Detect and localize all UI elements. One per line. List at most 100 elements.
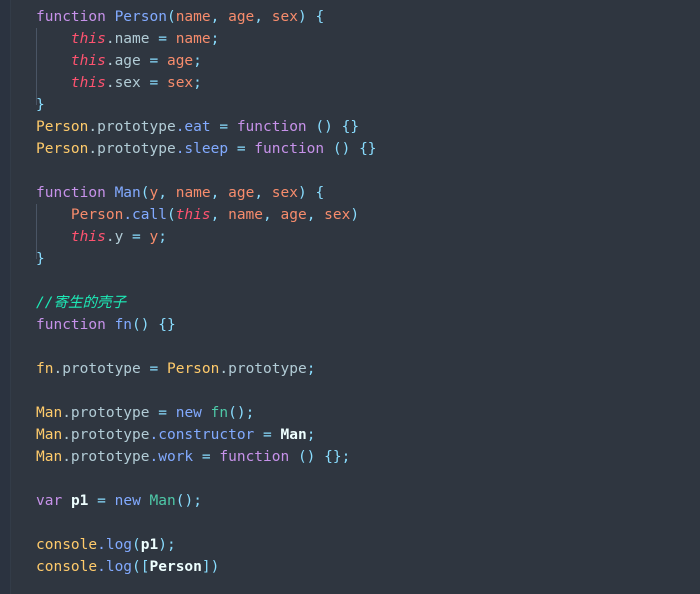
token-this: this [70,75,106,91]
token-keyword-function: function [36,185,106,201]
token-ref-man: Man [280,427,307,443]
code-line-blank[interactable] [11,270,700,292]
code-line[interactable]: Person.call(this, name, age, sex) [11,204,700,226]
token-function-name-fn: fn [114,317,133,333]
token-semicolon: ; [193,75,202,91]
code-line[interactable]: //寄生的壳子 [11,292,700,314]
code-line[interactable]: Man.prototype.constructor = Man; [11,424,700,446]
token-function-name-man: Man [114,185,141,201]
token-semicolon: ; [166,537,176,553]
token-object-console: console [36,537,98,553]
token-semicolon: ; [245,405,255,421]
token-value-y: y [149,229,159,245]
token-operator-assign: = [201,449,211,465]
token-arg-name: name [228,207,264,223]
token-this: this [70,31,106,47]
code-line[interactable]: console.log(p1); [11,534,700,556]
code-line[interactable]: fn.prototype = Person.prototype; [11,358,700,380]
token-prop-eat: .eat [175,119,211,135]
token-semicolon: ; [306,361,316,377]
token-brace-open: { [315,185,325,201]
token-variable-p1: p1 [70,493,89,509]
code-line[interactable]: this.sex = sex; [11,72,700,94]
code-line-blank[interactable] [11,160,700,182]
code-line-blank[interactable] [11,336,700,358]
code-line[interactable]: Person.prototype.eat = function () {} [11,116,700,138]
token-this: this [70,229,106,245]
code-line-blank[interactable] [11,380,700,402]
token-operator-assign: = [236,141,246,157]
token-prop-log: .log [97,559,133,575]
token-parens: () [297,449,316,465]
token-ref-person: Person [149,559,202,575]
token-param-name: name [175,185,211,201]
token-prop-log: .log [97,537,133,553]
token-object-man: Man [36,405,63,421]
token-paren-open: ( [132,559,141,575]
code-line[interactable]: function fn() {} [11,314,700,336]
token-paren-open: ( [132,537,141,553]
code-line-blank[interactable] [11,512,700,534]
token-object-person: Person [166,361,220,377]
token-paren-open: ( [166,9,176,25]
token-param-age: age [228,9,255,25]
token-member-sex: .sex [105,75,141,91]
code-line[interactable]: this.name = name; [11,28,700,50]
token-object-man: Man [36,427,63,443]
token-keyword-function: function [36,9,106,25]
code-line[interactable]: function Person(name, age, sex) { [11,6,700,28]
token-object-person: Person [70,207,124,223]
token-semicolon: ; [341,449,351,465]
token-member-prototype: .prototype [88,141,176,157]
token-this: this [70,53,106,69]
token-semicolon: ; [210,31,220,47]
code-content[interactable]: function Person(name, age, sex) { this.n… [11,0,700,594]
code-line[interactable]: } [11,94,700,116]
token-prop-call: .call [123,207,167,223]
code-line[interactable]: console.log([Person]) [11,556,700,578]
token-paren-close: ) [210,559,220,575]
code-line[interactable]: var p1 = new Man(); [11,490,700,512]
code-line[interactable]: Man.prototype = new fn(); [11,402,700,424]
code-line[interactable]: } [11,248,700,270]
token-semicolon: ; [193,493,202,509]
token-paren-close: ) [158,537,167,553]
code-line[interactable]: Man.prototype.work = function () {}; [11,446,700,468]
token-semicolon: ; [306,427,316,443]
token-keyword-new: new [114,493,141,509]
token-comma: , [263,207,281,223]
code-line[interactable]: this.age = age; [11,50,700,72]
token-member-prototype: .prototype [219,361,307,377]
token-class-fn: fn [210,405,229,421]
code-line[interactable]: function Man(y, name, age, sex) { [11,182,700,204]
code-line[interactable]: Person.prototype.sleep = function () {} [11,138,700,160]
token-param-y: y [149,185,159,201]
token-parens: () [175,493,194,509]
token-braces: {} [324,449,342,465]
code-line-blank[interactable] [11,468,700,490]
token-operator-assign: = [132,229,141,245]
token-param-name: name [175,9,211,25]
token-member-prototype: .prototype [53,361,141,377]
token-keyword-function: function [219,449,290,465]
code-editor[interactable]: function Person(name, age, sex) { this.n… [0,0,700,594]
token-semicolon: ; [193,53,202,69]
code-line[interactable]: this.y = y; [11,226,700,248]
token-paren-open: ( [140,185,150,201]
